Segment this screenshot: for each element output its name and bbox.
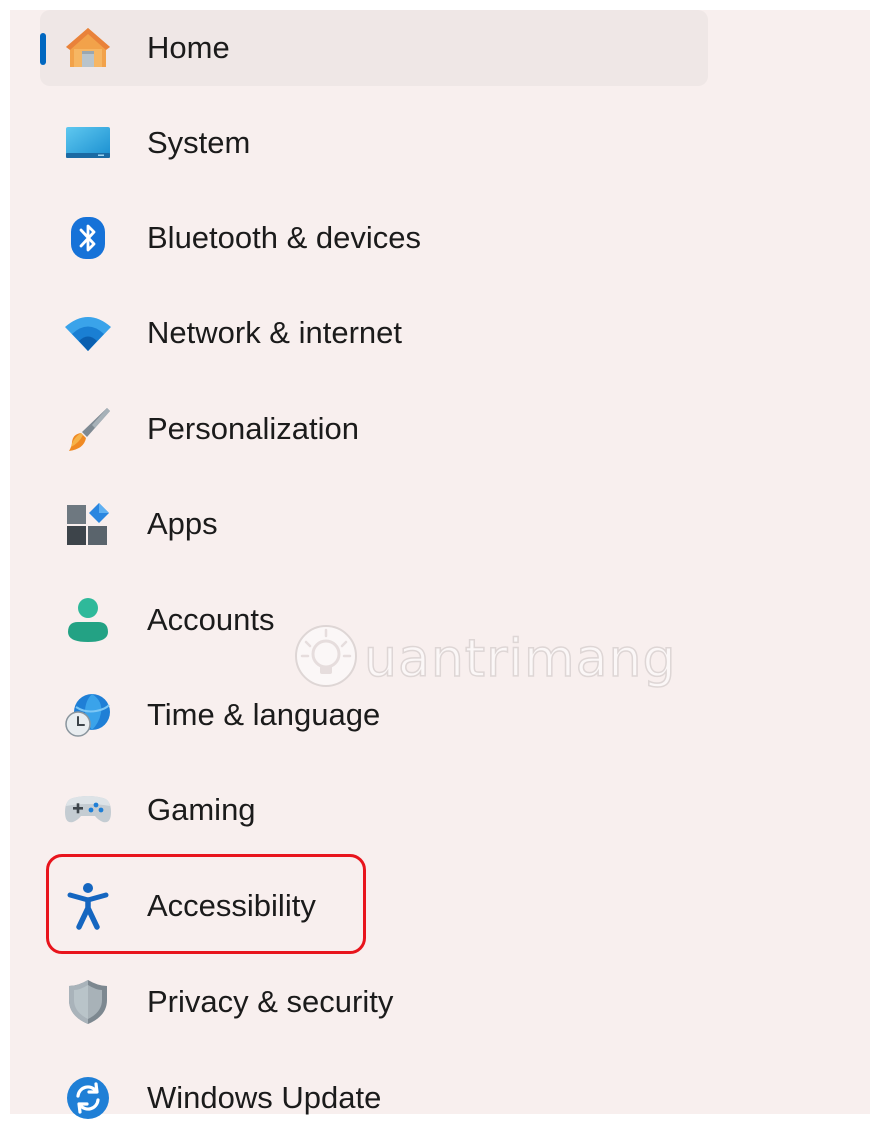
nav-item-label: Personalization [147,411,359,446]
bluetooth-icon [62,214,114,262]
sync-icon [62,1074,114,1122]
nav-item-gaming[interactable]: Gaming [40,772,708,848]
nav-item-label: Accounts [147,602,275,637]
nav-item-system[interactable]: System [40,105,708,181]
settings-sidebar-panel: Home System Bluetooth & devices Network … [10,10,870,1119]
nav-item-label: Home [147,30,230,65]
person-icon [62,596,114,644]
nav-item-time[interactable]: Time & language [40,677,708,753]
nav-item-label: Accessibility [147,888,316,923]
nav-item-network[interactable]: Network & internet [40,295,708,371]
nav-item-label: Bluetooth & devices [147,220,422,255]
nav-item-label: Time & language [147,697,381,732]
settings-nav: Home System Bluetooth & devices Network … [10,10,870,1119]
gamepad-icon [62,786,114,834]
nav-item-personalization[interactable]: Personalization [40,391,708,467]
nav-item-update[interactable]: Windows Update [40,1060,708,1136]
nav-item-label: Gaming [147,792,256,827]
accessibility-icon [62,882,114,930]
nav-item-label: Apps [147,506,218,541]
nav-item-apps[interactable]: Apps [40,486,708,562]
nav-item-label: System [147,125,251,160]
globe-clock-icon [62,691,114,739]
monitor-icon [62,119,114,167]
home-icon [62,24,114,72]
nav-item-label: Windows Update [147,1080,382,1115]
nav-item-home[interactable]: Home [40,10,708,86]
nav-item-accessibility[interactable]: Accessibility [40,868,708,944]
wifi-icon [62,309,114,357]
nav-item-label: Network & internet [147,315,402,350]
apps-icon [62,500,114,548]
nav-item-bluetooth[interactable]: Bluetooth & devices [40,200,708,276]
nav-item-privacy[interactable]: Privacy & security [40,964,708,1040]
paintbrush-icon [62,405,114,453]
nav-item-accounts[interactable]: Accounts [40,582,708,658]
selected-indicator [40,33,46,65]
nav-item-label: Privacy & security [147,984,394,1019]
shield-icon [62,978,114,1026]
